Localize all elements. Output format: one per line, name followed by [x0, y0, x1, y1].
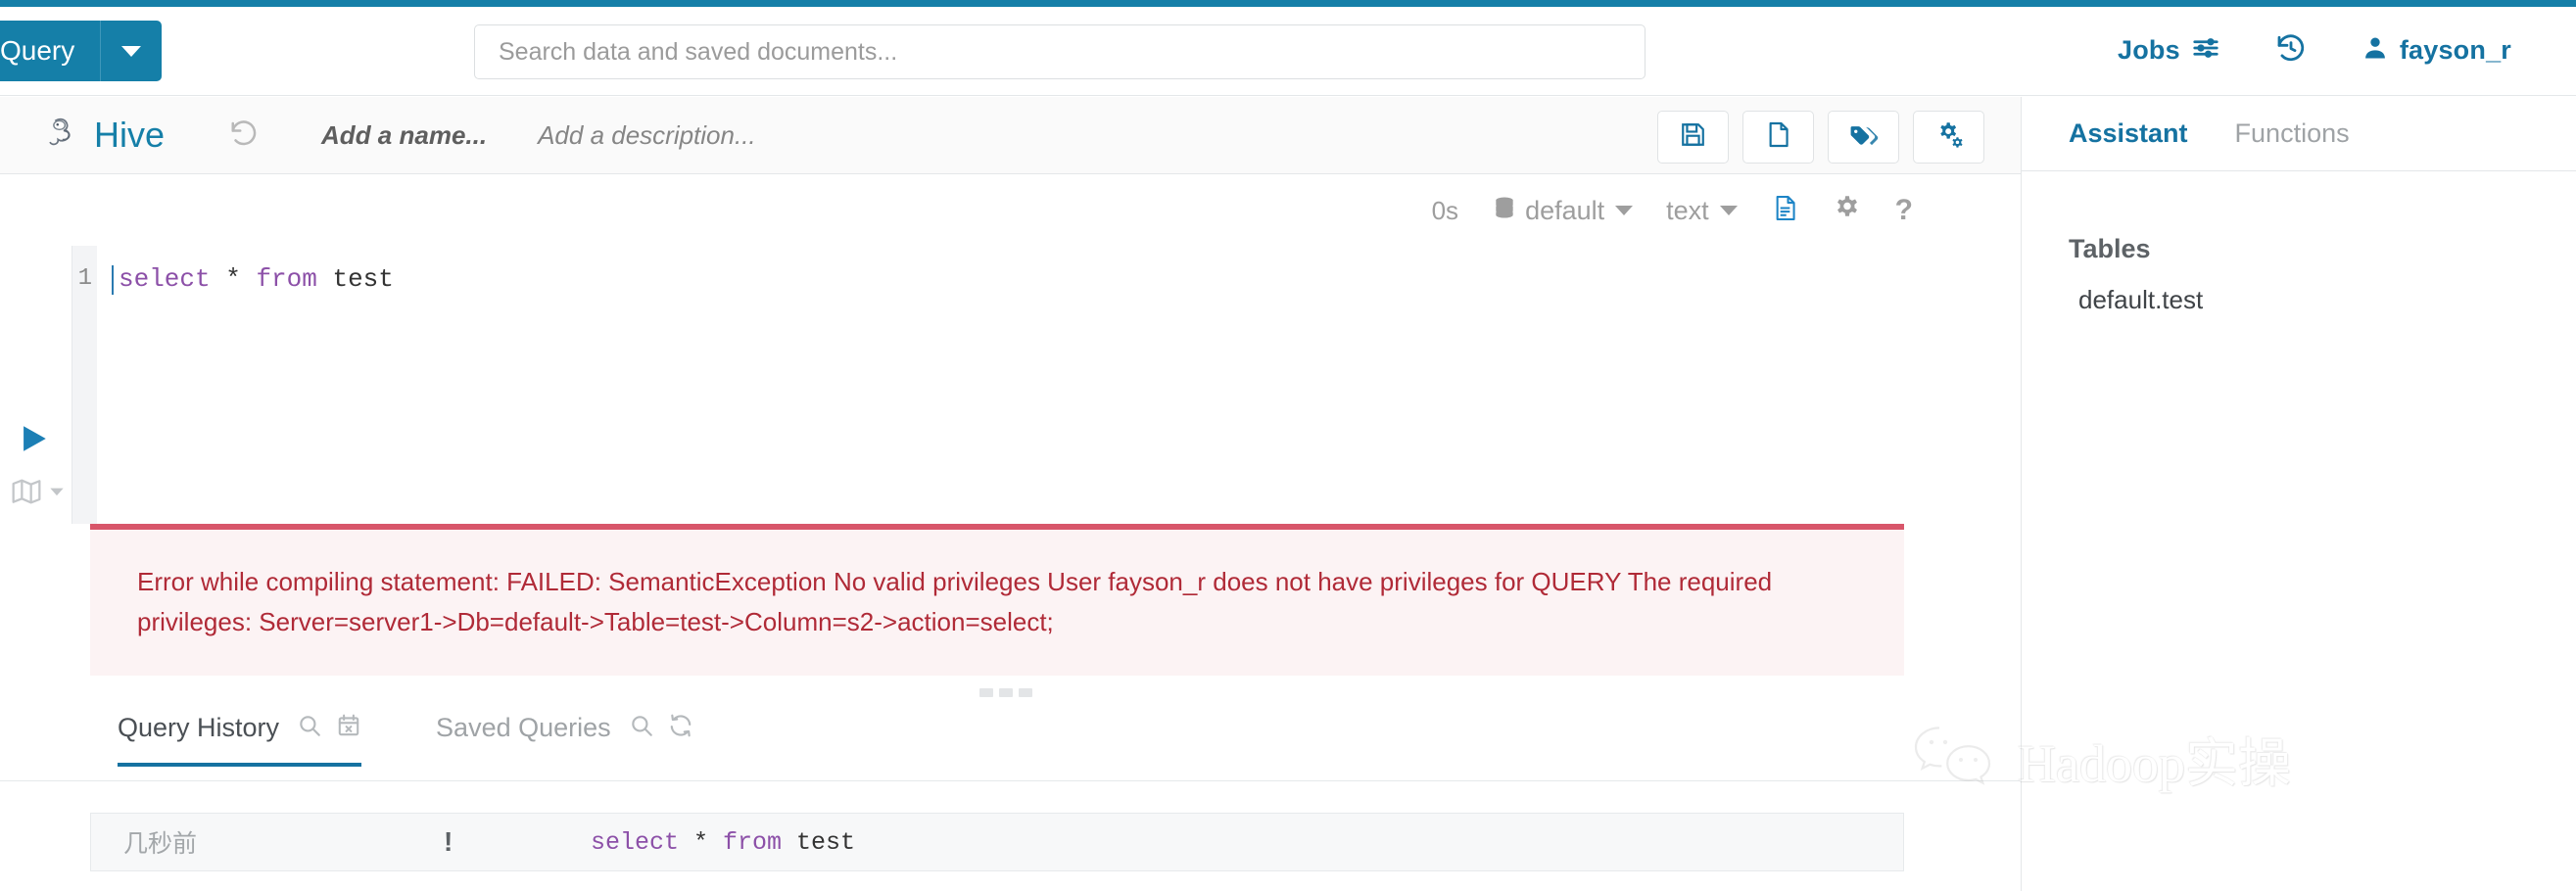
- tables-section-title: Tables: [2069, 234, 2151, 263]
- tab-label: Query History: [118, 713, 280, 742]
- query-toolbar: 0s default text ?: [0, 175, 2021, 246]
- search-icon[interactable]: [297, 713, 322, 743]
- document-description-input[interactable]: Add a description...: [538, 120, 756, 151]
- database-name: default: [1525, 195, 1605, 225]
- document-lines-icon: [1771, 194, 1799, 227]
- table-row[interactable]: 几秒前 ! select * from test: [90, 813, 1904, 871]
- play-icon: [17, 426, 50, 459]
- map-icon: [11, 476, 42, 512]
- document-name-input[interactable]: Add a name...: [321, 120, 487, 151]
- drag-dot: [999, 688, 1013, 697]
- query-button[interactable]: Query: [0, 21, 101, 81]
- sql-token-star: *: [679, 827, 724, 857]
- jobs-button[interactable]: Jobs: [2118, 33, 2220, 68]
- history-query: select * from test: [591, 828, 855, 857]
- format-name: text: [1666, 195, 1709, 225]
- database-selector[interactable]: default: [1492, 195, 1634, 227]
- calendar-clear-icon[interactable]: [336, 713, 361, 743]
- hive-brand: Hive: [44, 114, 165, 158]
- gear-icon: [1833, 194, 1862, 228]
- user-name: fayson_r: [2399, 35, 2511, 65]
- jobs-label: Jobs: [2118, 35, 2180, 65]
- result-format-button[interactable]: [1771, 194, 1799, 227]
- sql-token-keyword: select: [591, 827, 680, 857]
- floppy-save-icon: [1679, 120, 1707, 154]
- tags-icon: [1848, 119, 1879, 155]
- user-icon: [2361, 34, 2389, 67]
- global-navbar: Query Jobs: [0, 7, 2576, 96]
- hue-query-editor-window: Query Jobs: [0, 0, 2576, 891]
- user-menu[interactable]: fayson_r: [2361, 34, 2511, 67]
- tags-button[interactable]: [1828, 111, 1899, 164]
- gears-icon: [1933, 119, 1964, 155]
- search-icon[interactable]: [629, 713, 654, 743]
- chevron-down-icon: [1719, 206, 1738, 215]
- chevron-down-icon: [1615, 206, 1634, 215]
- tab-saved-queries[interactable]: Saved Queries: [436, 713, 693, 763]
- tab-label: Saved Queries: [436, 713, 611, 742]
- undo-icon[interactable]: [229, 118, 259, 153]
- chevron-down-icon: [121, 45, 142, 57]
- sql-token-keyword: from: [723, 827, 783, 857]
- sql-code-line[interactable]: select * from test: [119, 264, 394, 294]
- status-badge: !: [444, 826, 453, 857]
- new-document-icon: [1764, 120, 1792, 154]
- query-settings-button[interactable]: [1833, 194, 1862, 228]
- question-mark-icon: ?: [1894, 194, 1913, 226]
- tab-icons: [297, 713, 361, 743]
- refresh-icon[interactable]: [668, 713, 693, 743]
- bottom-tabs: Query History Saved Queries: [0, 713, 2021, 781]
- query-dropdown-button[interactable]: [100, 21, 163, 81]
- sql-token-table: test: [316, 264, 394, 294]
- tab-icons: [629, 713, 693, 743]
- query-error-panel: Error while compiling statement: FAILED:…: [90, 524, 1904, 676]
- format-selector[interactable]: text: [1666, 196, 1738, 226]
- chevron-down-icon: [47, 482, 67, 506]
- editor-header-bar: Hive Add a name... Add a description...: [0, 97, 2021, 174]
- job-history-button[interactable]: [2275, 32, 2307, 69]
- list-item[interactable]: default.test: [2078, 285, 2203, 315]
- execution-time: 0s: [1431, 195, 1459, 225]
- history-time: 几秒前: [123, 830, 198, 858]
- engine-name: Hive: [94, 115, 166, 155]
- new-document-button[interactable]: [1742, 111, 1814, 164]
- sql-token-table: test: [782, 827, 856, 857]
- panel-resize-handle[interactable]: [979, 688, 1032, 697]
- drag-dot: [979, 688, 993, 697]
- top-accent-strip: [0, 0, 2576, 7]
- tab-functions[interactable]: Functions: [2235, 118, 2350, 149]
- navbar-right-actions: Jobs fayson_r: [2118, 32, 2511, 69]
- sql-editor[interactable]: 1 select * from test: [72, 246, 2021, 524]
- save-button[interactable]: [1657, 111, 1729, 164]
- tab-query-history[interactable]: Query History: [118, 713, 362, 767]
- sidebar-tabs: Assistant Functions: [2022, 97, 2576, 171]
- text-caret: [112, 265, 114, 295]
- line-number: 1: [77, 265, 92, 292]
- database-icon: [1492, 195, 1517, 227]
- editor-action-buttons: [1657, 111, 1984, 164]
- query-map-button[interactable]: [11, 476, 67, 512]
- tab-assistant[interactable]: Assistant: [2069, 118, 2188, 149]
- app-switcher[interactable]: Query: [0, 21, 163, 81]
- sql-token-keyword: from: [256, 264, 317, 294]
- query-button-label: Query: [0, 35, 75, 66]
- drag-dot: [1019, 688, 1032, 697]
- history-icon: [2275, 32, 2307, 69]
- settings-button[interactable]: [1913, 111, 1984, 164]
- hive-logo-icon: [44, 114, 83, 158]
- sql-token-keyword: select: [119, 264, 211, 294]
- error-message: Error while compiling statement: FAILED:…: [137, 567, 1773, 636]
- right-sidebar: Assistant Functions Tables default.test: [2021, 97, 2576, 891]
- help-button[interactable]: ?: [1895, 194, 1913, 227]
- run-query-button[interactable]: [17, 422, 50, 460]
- search-input[interactable]: [474, 24, 1646, 79]
- sql-token-star: *: [210, 264, 257, 294]
- sliders-icon: [2191, 33, 2220, 68]
